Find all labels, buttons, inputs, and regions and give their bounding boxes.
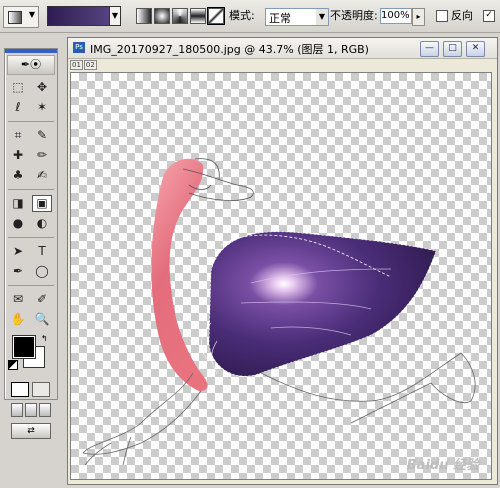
linear-gradient-icon[interactable]: [136, 8, 152, 24]
hand-icon[interactable]: ✋: [8, 311, 28, 328]
opacity-label: 不透明度:: [330, 9, 378, 22]
toolbox: ✒⦿ ⬚ ✥ ℓ ✶ ⌗ ✎ ✚ ✏ ♣ ✍ ◨ ▣ ● ◐ ➤ T ✒ ◯ ✉ ✐ ✋ 🔍 ↰ ⇄: [4, 48, 58, 439]
crop-icon[interactable]: ⌗: [8, 127, 28, 144]
feather-icon[interactable]: ✒⦿: [7, 55, 55, 75]
screen-mode-group: [5, 401, 57, 419]
ruler-label: 02: [83, 60, 97, 70]
ostrich-legs: [82, 352, 476, 455]
tool-grid: ⬚ ✥ ℓ ✶ ⌗ ✎ ✚ ✏ ♣ ✍ ◨ ▣ ● ◐ ➤ T ✒ ◯ ✉ ✐ ✋ 🔍: [5, 79, 57, 328]
brush-icon[interactable]: ✏: [32, 147, 52, 164]
dither-checkbox[interactable]: [483, 9, 498, 23]
eyedropper-icon[interactable]: ✐: [32, 291, 52, 308]
swap-colors-icon[interactable]: ↰: [41, 334, 48, 343]
full-screen-icon[interactable]: [39, 403, 51, 417]
standard-screen-icon[interactable]: [11, 403, 23, 417]
default-colors-icon[interactable]: [8, 360, 18, 370]
standard-mode-icon[interactable]: [11, 382, 29, 397]
eraser-icon[interactable]: ◨: [8, 195, 28, 212]
toolbox-separator: [8, 189, 54, 190]
minimize-icon[interactable]: —: [420, 41, 439, 57]
checkbox-box[interactable]: [436, 10, 448, 22]
jump-to-imageready-icon[interactable]: ⇄: [11, 423, 51, 439]
path-select-icon[interactable]: ➤: [8, 243, 28, 260]
full-screen-menu-icon[interactable]: [25, 403, 37, 417]
mode-value: 正常: [269, 12, 291, 25]
marquee-icon[interactable]: ⬚: [8, 79, 28, 96]
tool-preset-picker[interactable]: ▼: [3, 6, 39, 28]
ostrich-artwork: [82, 158, 476, 466]
gradient-editor-swatch[interactable]: ▼: [47, 6, 121, 26]
angle-gradient-icon[interactable]: [172, 8, 188, 24]
ostrich-neck: [151, 158, 208, 391]
quick-mask-group: [5, 378, 57, 401]
ostrich-body: [208, 231, 437, 377]
chevron-down-icon: ▼: [316, 9, 328, 25]
shape-icon[interactable]: ◯: [32, 263, 52, 280]
slice-icon[interactable]: ✎: [32, 127, 52, 144]
mode-select[interactable]: 正常 ▼: [265, 8, 329, 26]
chevron-down-icon[interactable]: ▼: [109, 7, 120, 25]
document-titlebar[interactable]: Ps IMG_20170927_180500.jpg @ 43.7% (图层 1…: [68, 38, 497, 59]
mode-label: 模式:: [229, 9, 255, 22]
magic-wand-icon[interactable]: ✶: [32, 99, 52, 116]
gradient-icon[interactable]: ▣: [32, 195, 52, 212]
quick-mask-icon[interactable]: [32, 382, 50, 397]
move-icon[interactable]: ✥: [32, 79, 52, 96]
reverse-label: 反向: [451, 9, 473, 22]
watermark: Baidu 经验: [406, 458, 479, 473]
toolbox-separator: [8, 237, 54, 238]
lasso-icon[interactable]: ℓ: [8, 99, 28, 116]
ruler-origin: 01 02: [70, 60, 98, 70]
ruler-label: 01: [70, 60, 83, 70]
gradient-tool-icon: [8, 11, 22, 24]
document-window: Ps IMG_20170927_180500.jpg @ 43.7% (图层 1…: [67, 37, 498, 485]
toolbox-titlebar[interactable]: [5, 49, 57, 53]
ps-document-icon: Ps: [73, 42, 85, 53]
toolbox-separator: [8, 285, 54, 286]
opacity-input[interactable]: 100%: [380, 8, 412, 24]
foreground-color[interactable]: [12, 335, 36, 359]
checkbox-box[interactable]: [483, 10, 495, 22]
close-icon[interactable]: ✕: [466, 41, 485, 57]
reverse-checkbox[interactable]: 反向: [436, 9, 473, 23]
opacity-slider-arrow[interactable]: ▸: [412, 8, 425, 26]
pen-icon[interactable]: ✒: [8, 263, 28, 280]
radial-gradient-icon[interactable]: [154, 8, 170, 24]
dodge-icon[interactable]: ◐: [32, 215, 52, 232]
reflected-gradient-icon[interactable]: [190, 8, 206, 24]
notes-icon[interactable]: ✉: [8, 291, 28, 308]
type-icon[interactable]: T: [32, 243, 52, 260]
history-brush-icon[interactable]: ✍: [32, 167, 52, 184]
clone-stamp-icon[interactable]: ♣: [8, 167, 28, 184]
image-canvas[interactable]: Baidu 经验: [70, 72, 492, 480]
maximize-icon[interactable]: □: [443, 41, 462, 57]
diamond-gradient-icon[interactable]: [207, 7, 225, 25]
options-bar: ▼ ▼ 模式: 正常 ▼ 不透明度: 100% ▸ 反向: [0, 0, 500, 33]
zoom-icon[interactable]: 🔍: [32, 311, 52, 328]
toolbox-separator: [8, 121, 54, 122]
gradient-type-group: [136, 7, 225, 25]
blur-icon[interactable]: ●: [8, 215, 28, 232]
healing-brush-icon[interactable]: ✚: [8, 147, 28, 164]
ostrich-feet: [84, 436, 132, 466]
document-title: IMG_20170927_180500.jpg @ 43.7% (图层 1, R…: [90, 43, 369, 56]
chevron-down-icon: ▼: [28, 10, 35, 19]
color-swatches: ↰: [5, 332, 57, 378]
